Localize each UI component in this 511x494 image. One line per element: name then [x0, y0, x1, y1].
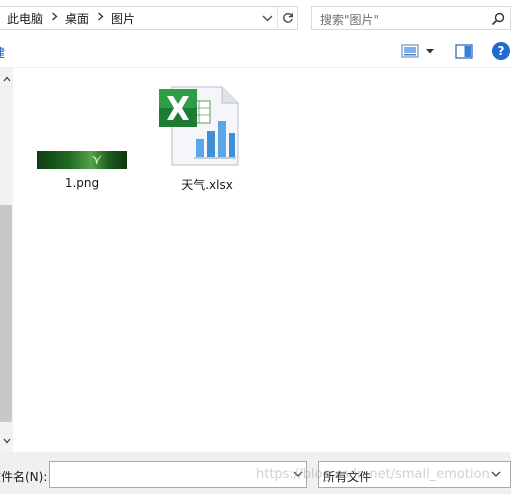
chevron-down-icon: [262, 15, 272, 21]
search-placeholder: 搜索"图片": [320, 13, 380, 27]
file-type-select[interactable]: 所有文件: [318, 461, 511, 488]
address-history-dropdown[interactable]: [257, 7, 277, 29]
file-name-label[interactable]: 天气.xlsx: [157, 176, 257, 193]
refresh-icon: [282, 13, 293, 23]
command-toolbar: 建 ?: [0, 37, 511, 68]
search-input[interactable]: 搜索"图片": [311, 6, 511, 30]
scroll-down-button[interactable]: [0, 434, 13, 448]
new-folder-button[interactable]: 建: [0, 44, 5, 61]
chevron-right-icon[interactable]: [91, 12, 109, 24]
refresh-button[interactable]: [277, 7, 297, 29]
chevron-down-icon: [3, 438, 10, 444]
file-type-value: 所有文件: [323, 470, 372, 484]
view-options-dropdown-icon[interactable]: [424, 45, 436, 57]
change-view-icon[interactable]: [401, 44, 419, 58]
address-bar[interactable]: 此电脑 桌面 图片: [0, 6, 298, 30]
breadcrumb-item-desktop[interactable]: 桌面: [63, 10, 91, 27]
file-name-input[interactable]: [49, 461, 307, 488]
help-button[interactable]: ?: [492, 42, 510, 60]
sprout-icon: [91, 155, 102, 164]
excel-file-icon[interactable]: [158, 83, 240, 167]
file-name-field-label: 文件名(N):: [0, 470, 48, 484]
breadcrumb-item-pictures[interactable]: 图片: [109, 10, 137, 27]
image-thumbnail[interactable]: [37, 151, 127, 169]
chevron-down-icon: [491, 471, 501, 477]
address-bar-row: 此电脑 桌面 图片 搜索"图片": [0, 0, 511, 37]
search-icon[interactable]: [490, 11, 506, 27]
scrollbar-thumb[interactable]: [0, 205, 12, 422]
file-list: 1.png 天气.xlsx: [13, 68, 511, 452]
file-name-label[interactable]: 1.png: [32, 176, 132, 190]
chevron-up-icon: [3, 76, 10, 82]
help-icon: ?: [497, 44, 505, 58]
file-name-bar: 文件名(N): 所有文件 https://blog.csdn.net/small…: [0, 452, 511, 494]
breadcrumb-item-this-pc[interactable]: 此电脑: [5, 10, 45, 27]
chevron-right-icon[interactable]: [45, 12, 63, 24]
scroll-up-button[interactable]: [0, 72, 13, 86]
preview-pane-icon[interactable]: [455, 44, 473, 59]
chevron-down-icon[interactable]: [292, 468, 304, 480]
breadcrumb: 此电脑 桌面 图片: [5, 7, 137, 29]
navigation-pane-scrollbar[interactable]: [0, 68, 13, 452]
